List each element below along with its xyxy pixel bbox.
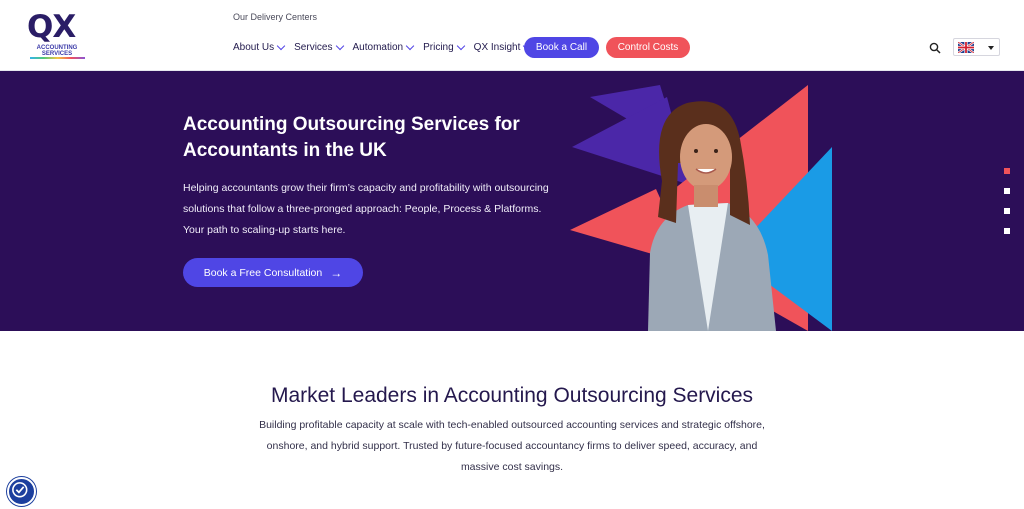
nav-automation[interactable]: Automation — [352, 41, 415, 53]
nav-qx-insight[interactable]: QX Insight — [473, 41, 532, 53]
qx-logo[interactable]: QX ACCOUNTING SERVICES — [27, 12, 87, 59]
market-leaders-description: Building profitable capacity at scale wi… — [259, 419, 765, 473]
chevron-down-icon — [405, 41, 415, 50]
book-call-button[interactable]: Book a Call — [524, 37, 599, 58]
site-header: QX ACCOUNTING SERVICES Our Delivery Cent… — [0, 0, 1024, 71]
cta-label: Book a Free Consultation — [203, 266, 323, 279]
slide-dot-3[interactable] — [1004, 208, 1010, 214]
hero-section: Accounting Outsourcing Services for Acco… — [0, 71, 1024, 331]
chevron-down-icon — [456, 41, 465, 50]
nav-label: About Us — [233, 41, 275, 53]
nav-label: Automation — [352, 41, 404, 53]
chevron-down-icon — [335, 41, 344, 50]
control-costs-button[interactable]: Control Costs — [606, 37, 690, 58]
search-icon[interactable] — [929, 42, 941, 54]
nav-services[interactable]: Services — [294, 41, 344, 53]
chevron-down-icon — [988, 46, 994, 50]
slide-dot-4[interactable] — [1004, 228, 1010, 234]
arrow-right-icon: → — [330, 265, 343, 280]
nav-label: QX Insight — [473, 41, 521, 53]
logo-main-text: QX — [27, 9, 76, 45]
hero-title: Accounting Outsourcing Services for Acco… — [183, 114, 520, 161]
free-consultation-button[interactable]: Book a Free Consultation → — [183, 258, 363, 287]
slider-dots — [1004, 168, 1012, 248]
nav-pricing[interactable]: Pricing — [423, 41, 465, 53]
hero-illustration — [570, 85, 832, 331]
nav-label: Pricing — [423, 41, 454, 53]
accessibility-button[interactable] — [7, 477, 36, 506]
market-leaders-title: Market Leaders in Accounting Outsourcing… — [270, 384, 754, 407]
chevron-down-icon — [276, 41, 286, 50]
hero-description: Helping accountants grow their firm’s ca… — [183, 182, 549, 236]
nav-label: Services — [294, 41, 333, 53]
language-selector[interactable] — [953, 38, 1000, 56]
main-nav: About Us Services Automation Pricing QX … — [233, 37, 540, 57]
delivery-centers-link[interactable]: Our Delivery Centers — [233, 12, 317, 22]
accessibility-icon — [12, 482, 28, 498]
nav-about-us[interactable]: About Us — [233, 41, 286, 53]
uk-flag-icon — [958, 42, 974, 53]
logo-sub-text: ACCOUNTING SERVICES — [36, 45, 78, 57]
logo-color-line — [30, 57, 85, 59]
slide-dot-1[interactable] — [1004, 168, 1010, 174]
slide-dot-2[interactable] — [1004, 188, 1010, 194]
